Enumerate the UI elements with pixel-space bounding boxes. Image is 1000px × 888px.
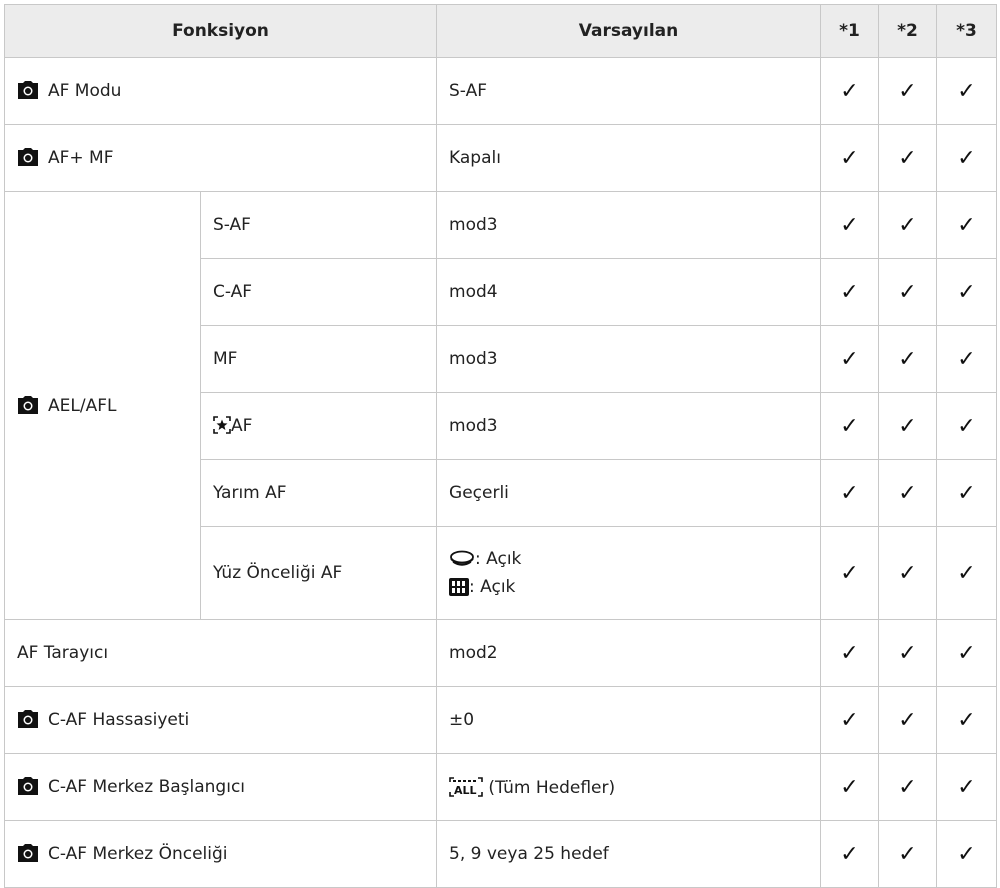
table-row: C-AF Hassasiyeti ±0 ✓ ✓ ✓ xyxy=(3,686,998,754)
function-label: C-AF Merkez Başlangıcı xyxy=(48,777,246,797)
check-icon: ✓ xyxy=(878,191,938,259)
check-icon: ✓ xyxy=(820,124,880,192)
function-label: C-AF Merkez Önceliği xyxy=(48,844,228,864)
table-row: AF Modu S-AF ✓ ✓ ✓ xyxy=(3,57,998,125)
function-cell: AF Modu xyxy=(3,57,438,125)
check-icon: ✓ xyxy=(936,820,998,888)
function-cell: AF+ MF xyxy=(3,124,438,192)
default-cell: mod3 xyxy=(436,325,822,393)
check-icon: ✓ xyxy=(820,820,880,888)
check-icon: ✓ xyxy=(878,124,938,192)
check-icon: ✓ xyxy=(878,820,938,888)
default-cell: mod2 xyxy=(436,619,822,687)
check-icon: ✓ xyxy=(878,686,938,754)
function-label: AEL/AFL xyxy=(48,395,117,416)
default-line-1: : Açık xyxy=(449,545,808,573)
sub-function-cell: Yarım AF xyxy=(199,459,438,527)
check-icon: ✓ xyxy=(820,392,880,460)
sub-function-cell: MF xyxy=(199,325,438,393)
ael-afl-icon xyxy=(449,578,470,596)
check-icon: ✓ xyxy=(878,392,938,460)
default-cell: mod3 xyxy=(436,392,822,460)
check-icon: ✓ xyxy=(936,258,998,326)
default-cell: mod4 xyxy=(436,258,822,326)
sub-function-cell: C-AF xyxy=(199,258,438,326)
sub-function-cell: AF xyxy=(199,392,438,460)
default-line-2: : Açık xyxy=(449,573,808,601)
camera-icon xyxy=(18,844,38,862)
function-label: AF+ MF xyxy=(48,148,114,168)
face-detect-icon xyxy=(450,550,474,566)
check-icon: ✓ xyxy=(878,258,938,326)
header-col2: *2 xyxy=(878,4,938,58)
check-icon: ✓ xyxy=(936,325,998,393)
sub-function-cell: S-AF xyxy=(199,191,438,259)
check-icon: ✓ xyxy=(936,57,998,125)
function-cell: C-AF Hassasiyeti xyxy=(3,686,438,754)
check-icon: ✓ xyxy=(936,753,998,821)
header-col1: *1 xyxy=(820,4,880,58)
check-icon: ✓ xyxy=(878,753,938,821)
table-row: C-AF Merkez Önceliği 5, 9 veya 25 hedef … xyxy=(3,820,998,888)
check-icon: ✓ xyxy=(820,258,880,326)
camera-icon xyxy=(18,710,38,728)
table-row: AF+ MF Kapalı ✓ ✓ ✓ xyxy=(3,124,998,192)
default-cell: S-AF xyxy=(436,57,822,125)
check-icon: ✓ xyxy=(820,619,880,687)
default-cell: : Açık : Açık xyxy=(436,526,822,620)
function-label: C-AF Hassasiyeti xyxy=(48,710,190,730)
check-icon: ✓ xyxy=(936,392,998,460)
camera-icon xyxy=(18,777,38,795)
all-targets-icon: ALL xyxy=(449,776,483,797)
check-icon: ✓ xyxy=(878,526,938,620)
default-cell: Kapalı xyxy=(436,124,822,192)
header-col3: *3 xyxy=(936,4,998,58)
face-star-af-icon xyxy=(213,416,231,434)
check-icon: ✓ xyxy=(936,191,998,259)
check-icon: ✓ xyxy=(936,124,998,192)
default-text: : Açık xyxy=(469,577,516,597)
check-icon: ✓ xyxy=(820,57,880,125)
default-text: : Açık xyxy=(475,549,522,569)
default-cell: 5, 9 veya 25 hedef xyxy=(436,820,822,888)
function-label: AF Modu xyxy=(48,81,122,101)
sub-function-label: AF xyxy=(231,416,253,436)
table-row: AEL/AFL S-AF mod3 ✓ ✓ ✓ xyxy=(4,191,998,620)
camera-icon xyxy=(18,148,38,166)
table-row: C-AF Merkez Başlangıcı ALL (Tüm Hedefler… xyxy=(3,753,998,821)
sub-function-cell: Yüz Önceliği AF xyxy=(199,526,438,620)
function-cell: AF Tarayıcı xyxy=(3,619,438,687)
header-function: Fonksiyon xyxy=(3,4,438,58)
header-default: Varsayılan xyxy=(436,4,822,58)
settings-table: Fonksiyon Varsayılan *1 *2 *3 AF Modu S-… xyxy=(3,4,998,888)
camera-icon xyxy=(18,81,38,99)
camera-icon xyxy=(18,395,38,414)
check-icon: ✓ xyxy=(936,686,998,754)
default-cell: Geçerli xyxy=(436,459,822,527)
check-icon: ✓ xyxy=(936,619,998,687)
default-cell: ±0 xyxy=(436,686,822,754)
check-icon: ✓ xyxy=(878,459,938,527)
check-icon: ✓ xyxy=(820,325,880,393)
check-icon: ✓ xyxy=(820,191,880,259)
function-cell: AEL/AFL xyxy=(4,191,201,620)
table-row: AF Tarayıcı mod2 ✓ ✓ ✓ xyxy=(3,619,998,687)
check-icon: ✓ xyxy=(878,325,938,393)
check-icon: ✓ xyxy=(820,686,880,754)
default-text: (Tüm Hedefler) xyxy=(488,777,616,798)
check-icon: ✓ xyxy=(820,753,880,821)
header-row: Fonksiyon Varsayılan *1 *2 *3 xyxy=(3,4,998,58)
check-icon: ✓ xyxy=(878,619,938,687)
check-icon: ✓ xyxy=(878,57,938,125)
check-icon: ✓ xyxy=(820,526,880,620)
default-cell: ALL (Tüm Hedefler) xyxy=(436,753,822,821)
check-icon: ✓ xyxy=(820,459,880,527)
check-icon: ✓ xyxy=(936,526,998,620)
check-icon: ✓ xyxy=(936,459,998,527)
function-cell: C-AF Merkez Önceliği xyxy=(3,820,438,888)
function-cell: C-AF Merkez Başlangıcı xyxy=(3,753,438,821)
svg-text:ALL: ALL xyxy=(454,784,477,797)
default-cell: mod3 xyxy=(436,191,822,259)
